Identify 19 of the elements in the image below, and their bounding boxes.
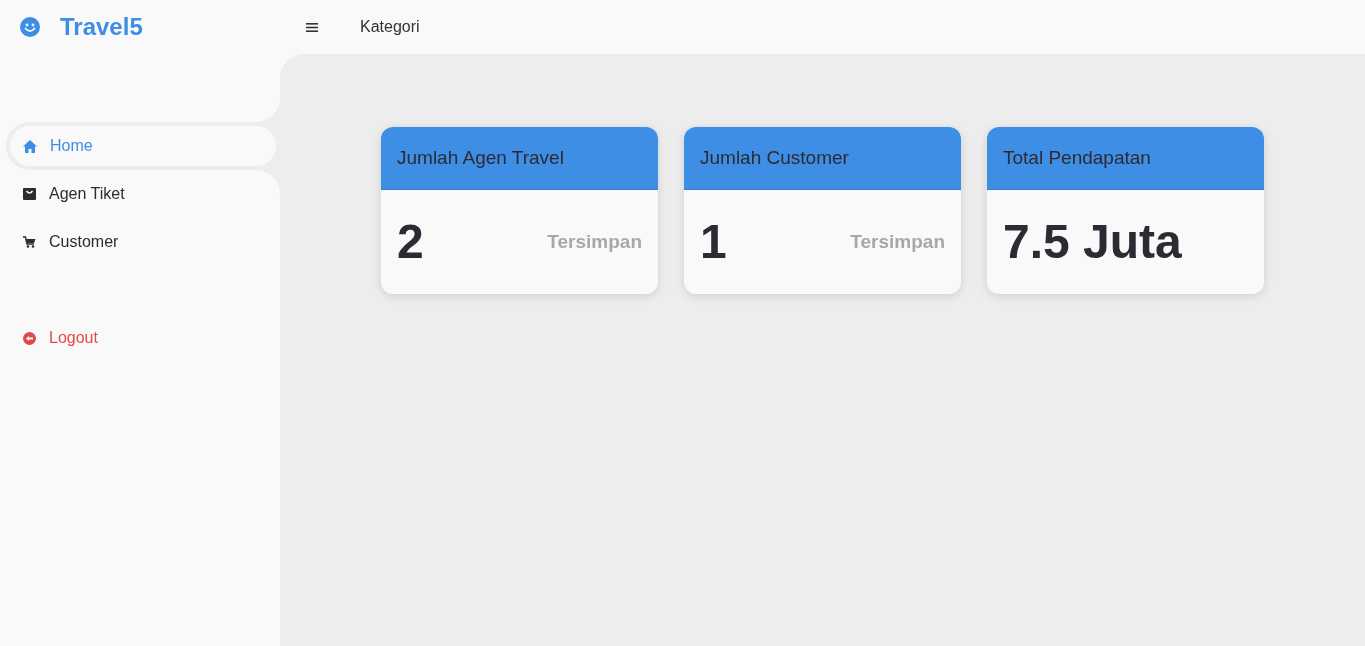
card-title: Total Pendapatan [1003,145,1151,170]
sidebar-item[interactable]: Customer [0,218,280,266]
cart-icon [23,236,36,248]
stat-value: 2 [397,218,424,266]
card-title: Jumlah Customer [700,145,849,170]
menu-button[interactable] [306,21,318,33]
bag-icon [23,188,36,200]
logout-link[interactable]: Logout [0,314,280,362]
stat-value: 7.5 Juta [1003,218,1182,266]
menu-icon [306,22,318,32]
home-icon [23,139,37,153]
card-title: Jumlah Agen Travel [397,145,564,170]
smiley-icon [20,17,40,37]
nav-link[interactable]: Kategori [360,15,420,39]
sidebar-item[interactable]: Agen Tiket [0,170,280,218]
stat-value: 1 [700,218,727,266]
exit-icon [23,331,36,345]
stat-note: Tersimpan [850,229,945,254]
stat-note: Tersimpan [547,229,642,254]
